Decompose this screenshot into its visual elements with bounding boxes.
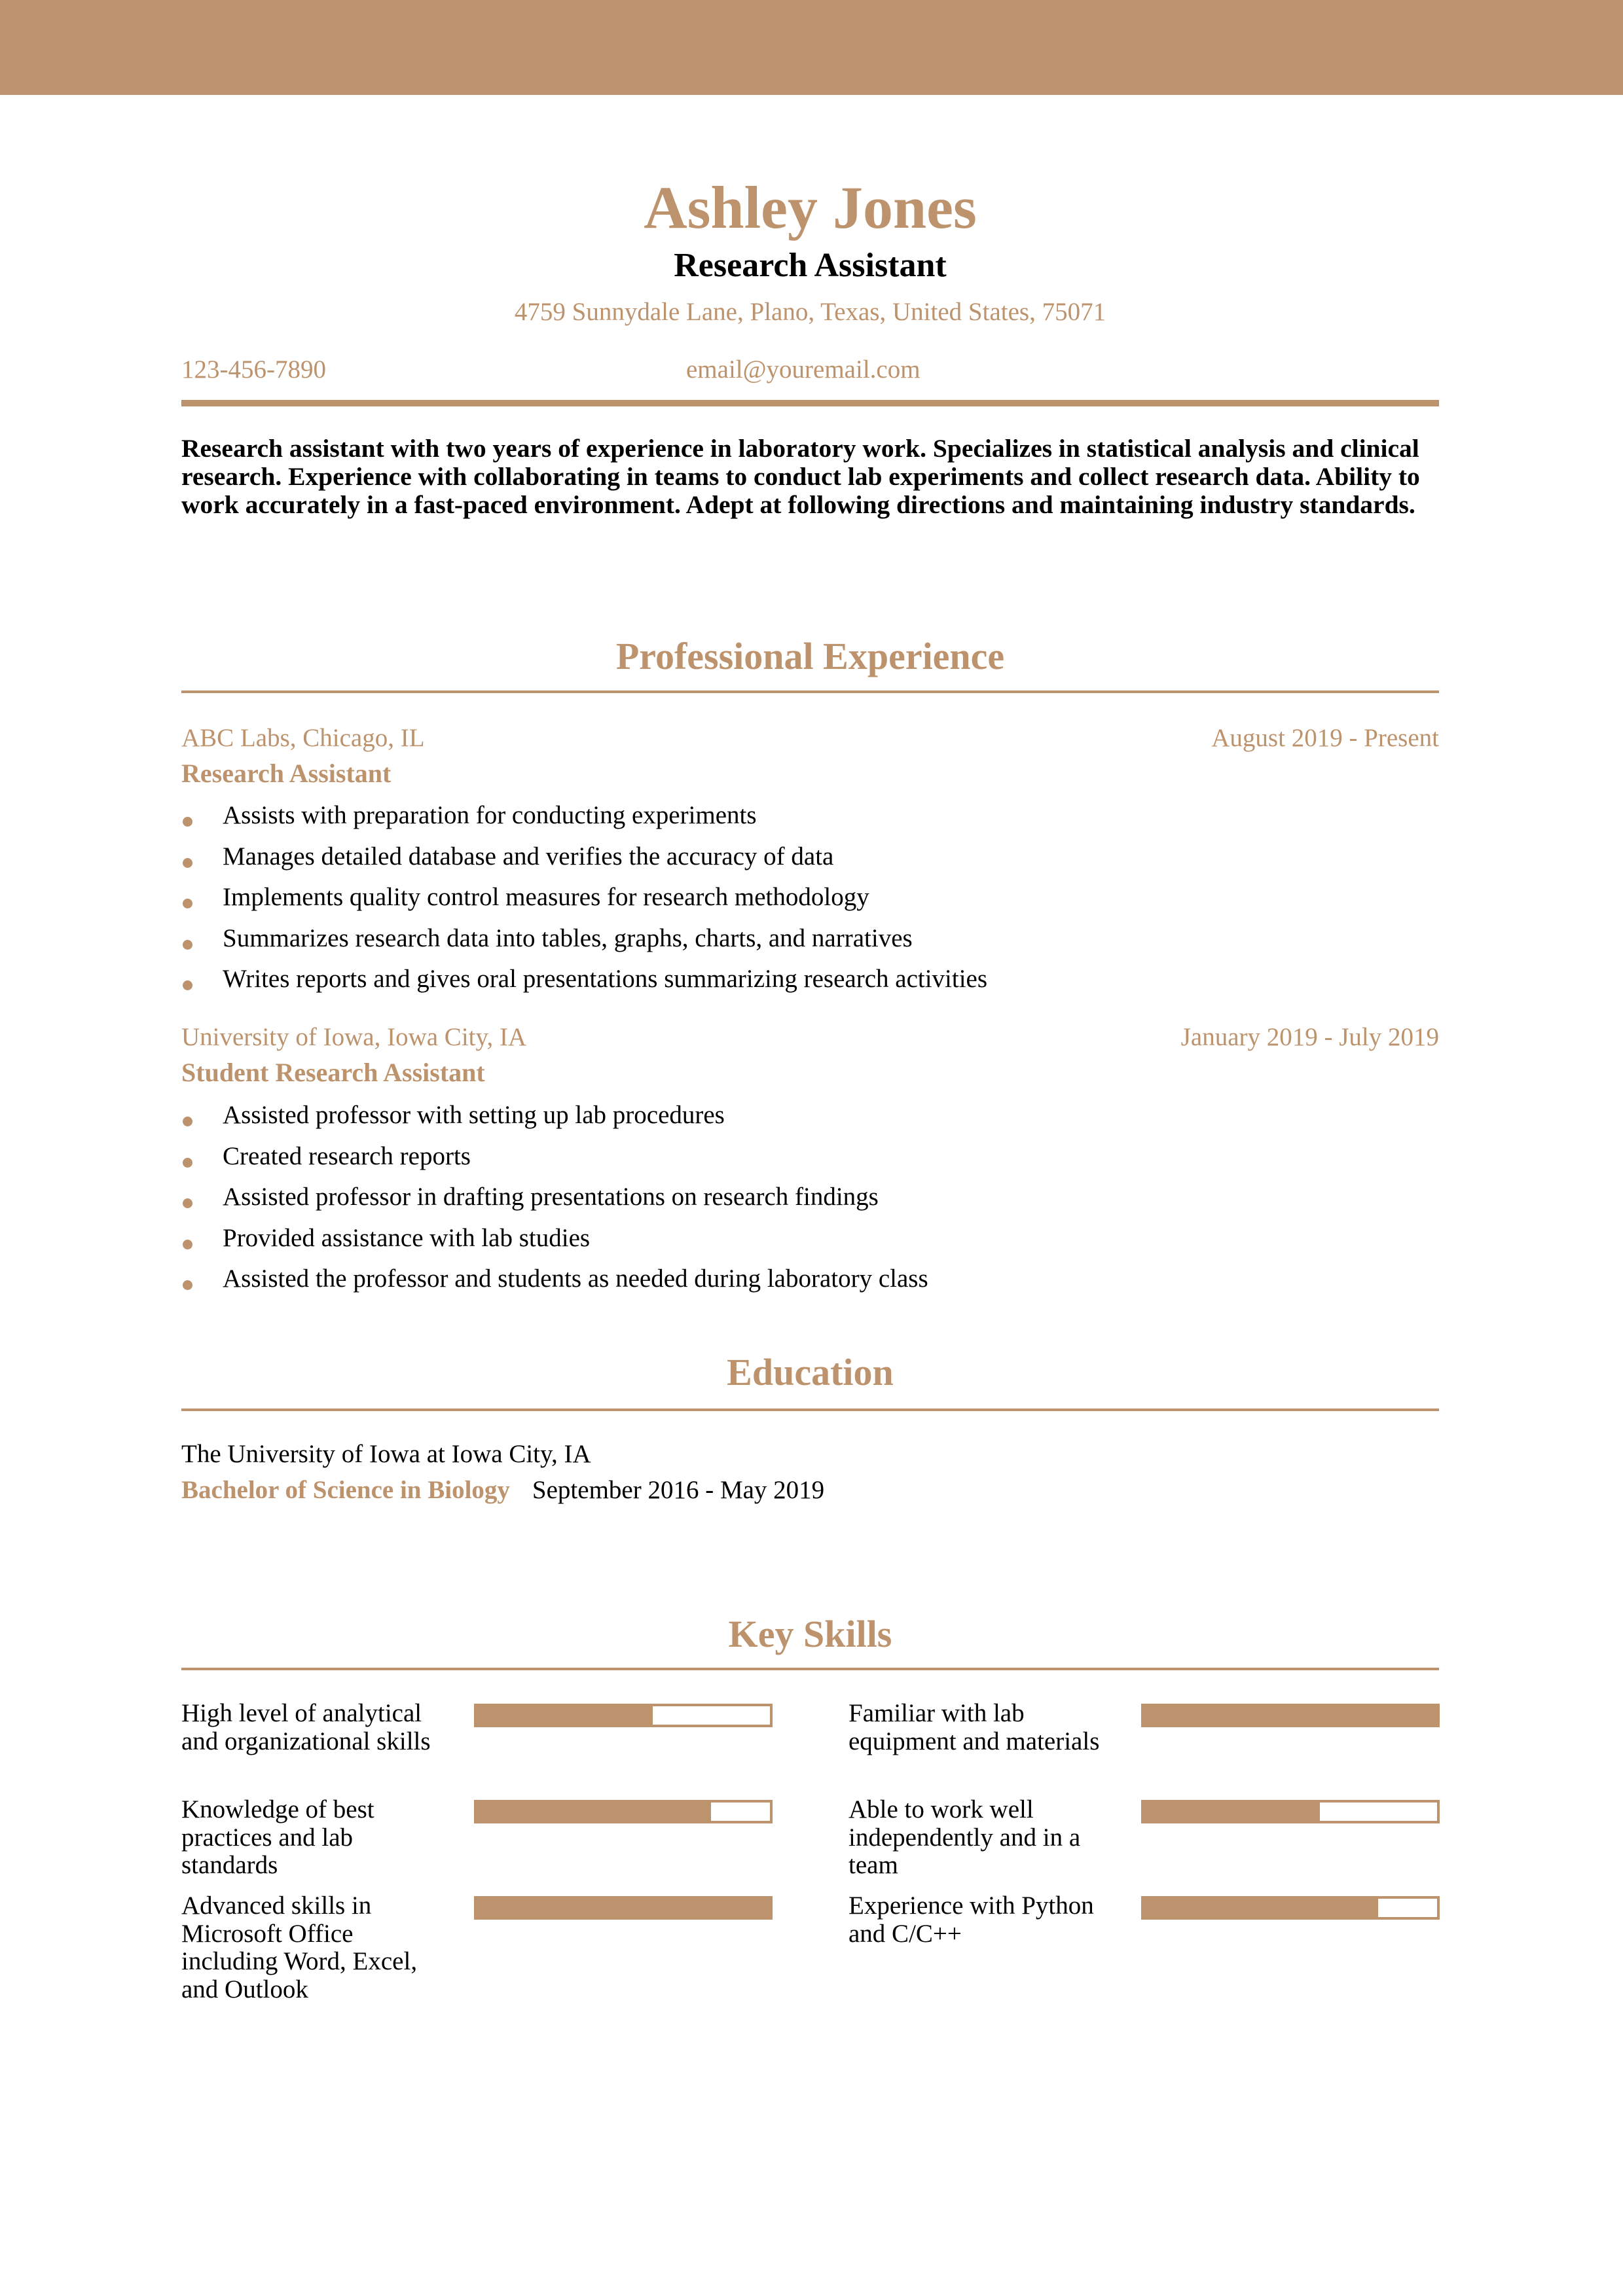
bullet-item: Created research reports xyxy=(181,1136,1439,1177)
bullet-icon xyxy=(183,1157,192,1168)
job-company: University of Iowa, Iowa City, IA xyxy=(181,1023,527,1051)
skill-level-fill xyxy=(477,1803,712,1821)
job-header: University of Iowa, Iowa City, IA Januar… xyxy=(181,1021,1439,1054)
section-title-education: Education xyxy=(727,1351,894,1393)
skill-level-fill xyxy=(477,1706,653,1725)
email: email@youremail.com xyxy=(686,355,921,384)
skill-level-fill xyxy=(477,1899,770,1917)
job-dates: August 2019 - Present xyxy=(1211,724,1439,752)
bullet-icon xyxy=(183,939,192,950)
job-dates: January 2019 - July 2019 xyxy=(1180,1023,1439,1051)
skill-level-fill xyxy=(1144,1803,1320,1821)
bullet-item: Summarizes research data into tables, gr… xyxy=(181,918,1439,960)
job-company: ABC Labs, Chicago, IL xyxy=(181,724,425,752)
bullet-item: Implements quality control measures for … xyxy=(181,877,1439,918)
skill-label: Advanced skills in Microsoft Office incl… xyxy=(181,1892,418,2003)
bullet-item: Assisted professor in drafting presentat… xyxy=(181,1177,1439,1218)
address: 4759 Sunnydale Lane, Plano, Texas, Unite… xyxy=(514,298,1106,326)
degree-row: Bachelor of Science in Biology September … xyxy=(181,1474,824,1507)
bullet-item: Assists with preparation for conducting … xyxy=(181,795,1439,836)
job-bullets: Assisted professor with setting up lab p… xyxy=(181,1095,1439,1300)
bullet-icon xyxy=(183,1239,192,1249)
job-title: Student Research Assistant xyxy=(181,1058,485,1087)
bullet-item: Assisted professor with setting up lab p… xyxy=(181,1095,1439,1136)
bullet-text: Created research reports xyxy=(223,1141,471,1170)
header-divider xyxy=(181,400,1439,406)
bullet-text: Summarizes research data into tables, gr… xyxy=(223,924,913,952)
section-divider xyxy=(181,691,1439,693)
education-dates: September 2016 - May 2019 xyxy=(532,1476,825,1504)
skill-level-fill xyxy=(1144,1706,1437,1725)
bullet-icon xyxy=(183,857,192,868)
job-bullets: Assists with preparation for conducting … xyxy=(181,795,1439,1000)
skill-level-bar xyxy=(474,1704,773,1727)
bullet-icon xyxy=(183,1117,192,1126)
candidate-name: Ashley Jones xyxy=(644,174,977,241)
skill-label: Experience with Python and C/C++ xyxy=(848,1892,1094,1948)
school-name: The University of Iowa at Iowa City, IA xyxy=(181,1440,591,1468)
skill-label: Familiar with lab equipment and material… xyxy=(848,1699,1100,1755)
skill-label: Knowledge of best practices and lab stan… xyxy=(181,1795,374,1879)
skill-level-bar xyxy=(474,1800,773,1823)
skill-level-bar xyxy=(1141,1800,1440,1823)
bullet-text: Implements quality control measures for … xyxy=(223,883,869,911)
summary: Research assistant with two years of exp… xyxy=(181,434,1420,519)
bullet-item: Manages detailed database and verifies t… xyxy=(181,836,1439,878)
skill-level-bar xyxy=(1141,1704,1440,1727)
bullet-text: Assists with preparation for conducting … xyxy=(223,801,757,829)
candidate-role: Research Assistant xyxy=(674,247,947,284)
phone: 123-456-7890 xyxy=(181,355,326,384)
bullet-item: Writes reports and gives oral presentati… xyxy=(181,959,1439,1000)
bullet-icon xyxy=(183,980,192,990)
bullet-text: Provided assistance with lab studies xyxy=(223,1223,591,1252)
job-header: ABC Labs, Chicago, IL August 2019 - Pres… xyxy=(181,722,1439,755)
degree: Bachelor of Science in Biology xyxy=(181,1476,510,1504)
bullet-item: Provided assistance with lab studies xyxy=(181,1218,1439,1259)
bullet-icon xyxy=(183,1280,192,1290)
job-title: Research Assistant xyxy=(181,759,392,788)
section-title-skills: Key Skills xyxy=(728,1613,892,1655)
bullet-icon xyxy=(183,1198,192,1208)
skill-label: High level of analytical and organizatio… xyxy=(181,1699,431,1755)
bullet-item: Assisted the professor and students as n… xyxy=(181,1259,1439,1300)
section-divider xyxy=(181,1408,1439,1411)
bullet-text: Assisted professor in drafting presentat… xyxy=(223,1183,879,1211)
bullet-icon xyxy=(183,899,192,908)
skill-level-fill xyxy=(1144,1899,1379,1917)
header-band xyxy=(0,0,1623,95)
section-divider xyxy=(181,1668,1439,1670)
skill-label: Able to work well independently and in a… xyxy=(848,1795,1081,1879)
bullet-text: Assisted professor with setting up lab p… xyxy=(223,1101,725,1129)
bullet-icon xyxy=(183,817,192,827)
section-title-experience: Professional Experience xyxy=(615,635,1005,677)
bullet-text: Writes reports and gives oral presentati… xyxy=(223,965,988,993)
skill-level-bar xyxy=(1141,1896,1440,1920)
bullet-text: Assisted the professor and students as n… xyxy=(223,1265,928,1293)
bullet-text: Manages detailed database and verifies t… xyxy=(223,842,834,870)
skill-level-bar xyxy=(474,1896,773,1920)
